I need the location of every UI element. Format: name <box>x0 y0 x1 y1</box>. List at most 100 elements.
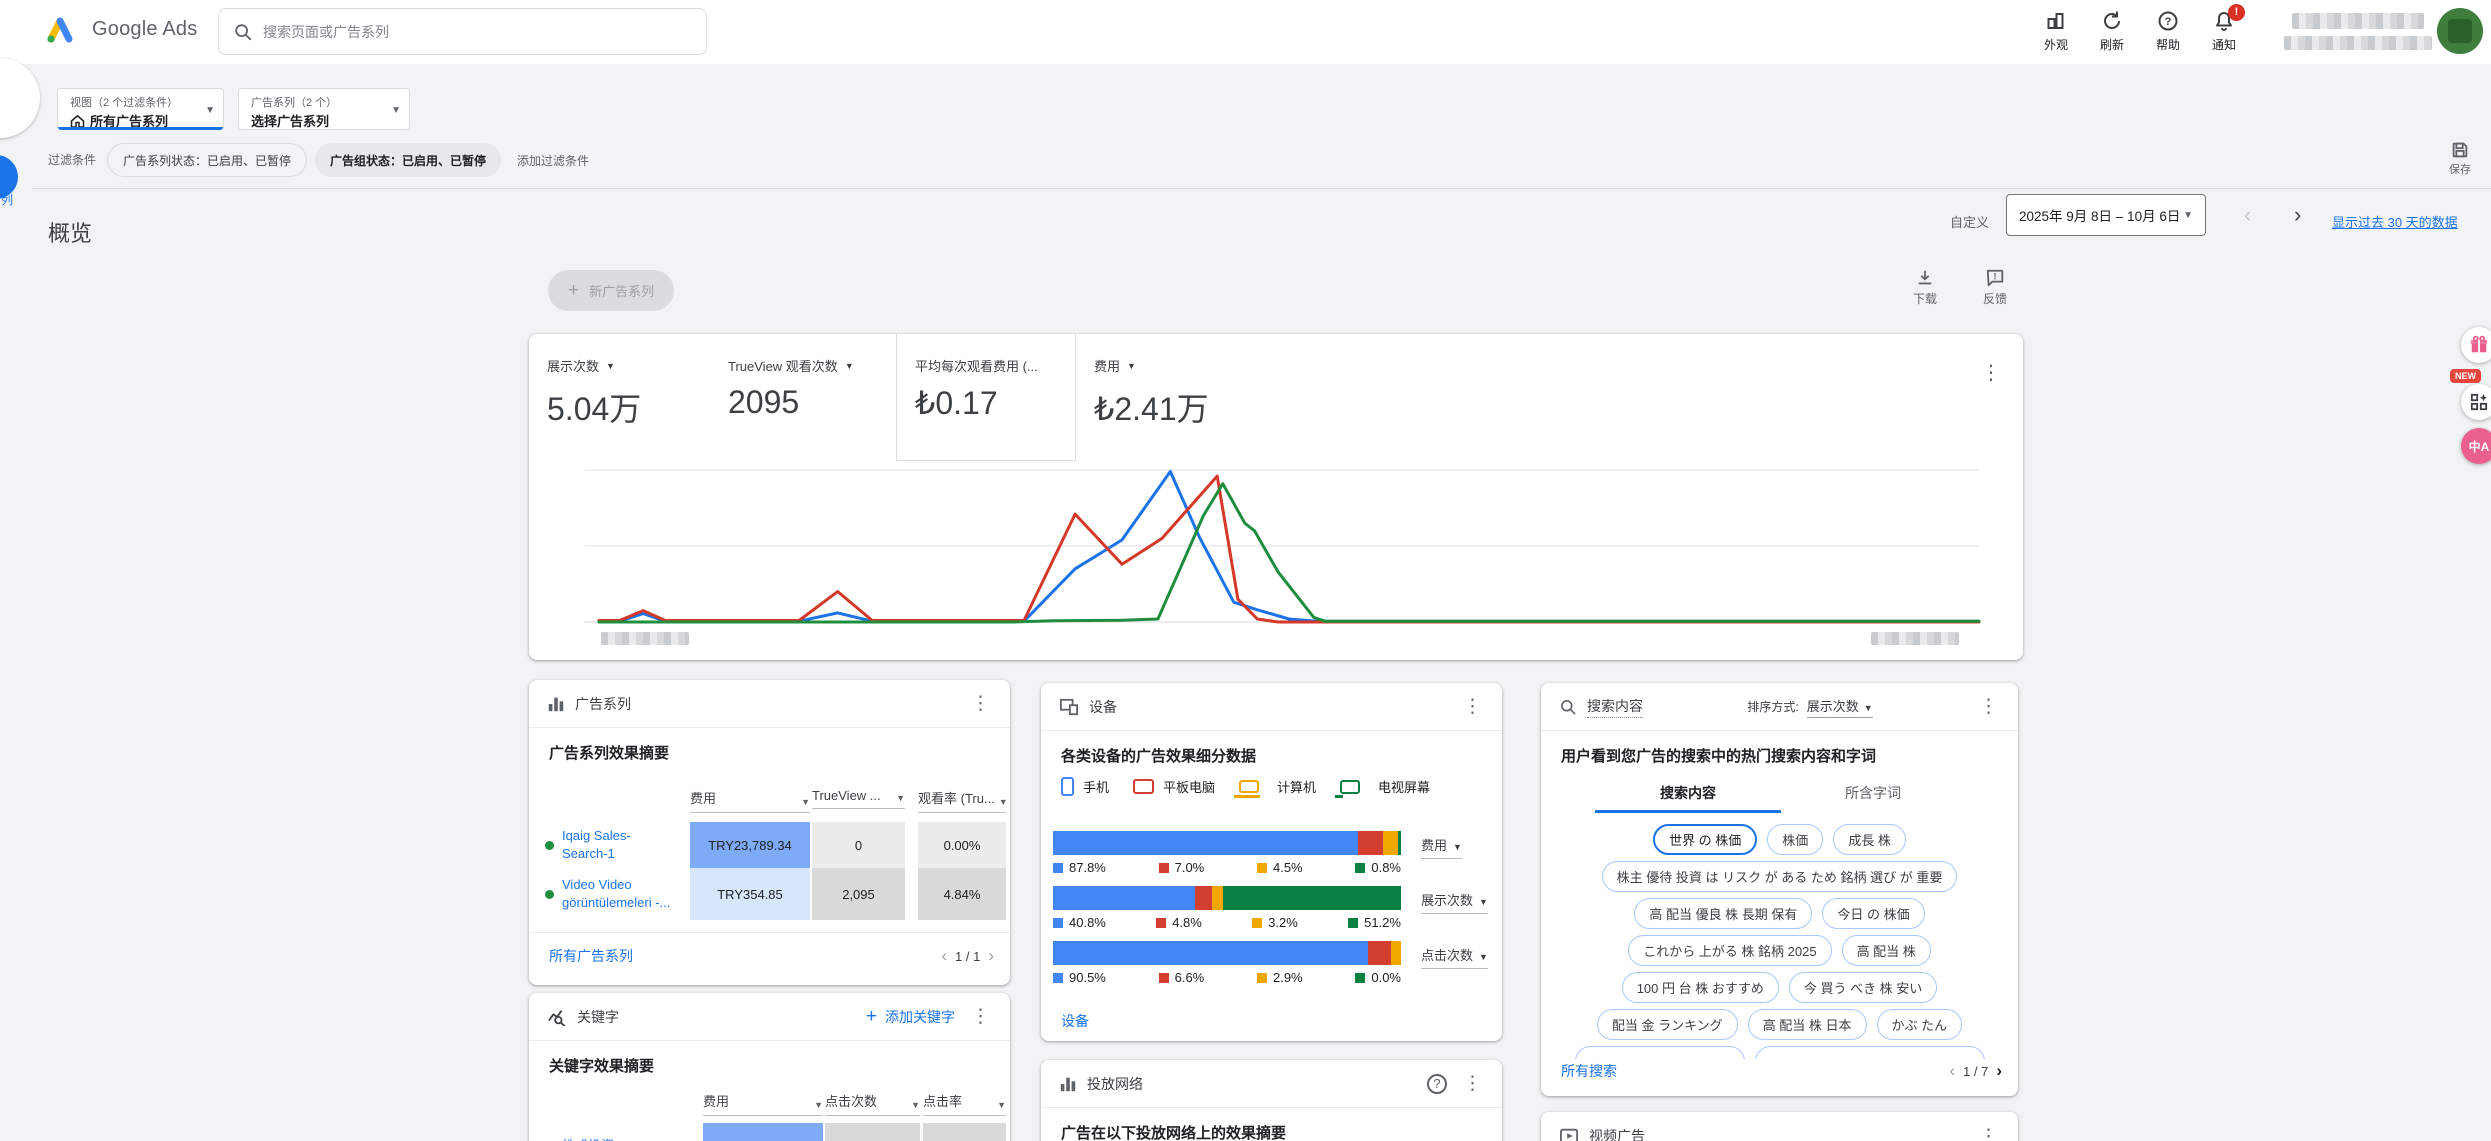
legend-swatch <box>1252 918 1262 928</box>
column-header-trueview[interactable]: TrueView ...▼ <box>812 788 905 809</box>
page-next-icon[interactable]: › <box>988 946 994 966</box>
percent-row: 87.8%7.0%4.5%0.8% <box>1053 860 1401 875</box>
all-searches-link[interactable]: 所有搜索 <box>1561 1061 1617 1081</box>
search-term-chip[interactable]: 今日 の 株価 <box>1822 898 1924 929</box>
show-last-30-days-link[interactable]: 显示过去 30 天的数据 <box>2332 212 2458 231</box>
search-icon <box>233 22 253 42</box>
search-term-chip[interactable]: 株主 優待 投資 は リスク が ある ため 銘柄 選び が 重要 <box>1602 861 1958 892</box>
video-icon <box>1559 1127 1579 1141</box>
search-term-chip[interactable]: 100 円 台 株 おすすめ <box>1622 972 1779 1003</box>
page-prev-icon[interactable]: ‹ <box>1949 1061 1955 1081</box>
column-header-ctr[interactable]: 点击率▼ <box>923 1091 1006 1116</box>
column-header-clicks[interactable]: 点击次数▼ <box>825 1091 920 1116</box>
devices-link[interactable]: 设备 <box>1061 1011 1089 1031</box>
chevron-down-icon: ▼ <box>205 105 215 116</box>
percent-item-电视屏幕: 0.0% <box>1355 970 1401 985</box>
stacked-bar <box>1053 941 1401 965</box>
search-term-chip[interactable]: 高 配当 株 <box>1842 935 1931 966</box>
download-button[interactable]: 下载 <box>1901 268 1949 307</box>
metric-trueview-views[interactable]: TrueView 观看次数▼ 2095 <box>710 334 896 461</box>
card-title: 投放网络 <box>1087 1074 1143 1094</box>
grid-extension-button[interactable] <box>2461 384 2491 420</box>
tab-search-terms[interactable]: 搜索内容 <box>1595 783 1781 803</box>
search-term-chip[interactable]: 配当 金 ランキング <box>1597 1009 1738 1040</box>
metric-impressions[interactable]: 展示次数▼ 5.04万 <box>529 334 710 461</box>
filter-chip-campaign-status[interactable]: 广告系列状态：已启用、已暂停 <box>107 143 307 177</box>
performance-chart-card: 展示次数▼ 5.04万 TrueView 观看次数▼ 2095 平均每次观看费用… <box>529 334 2023 660</box>
global-search[interactable] <box>218 8 707 55</box>
new-badge: NEW <box>2450 369 2481 383</box>
date-next-button[interactable]: › <box>2294 202 2301 228</box>
search-term-chip[interactable]: 今 買う べき 株 安い <box>1789 972 1937 1003</box>
kebab-menu-icon[interactable]: ⋮ <box>1461 695 1484 718</box>
notifications-button[interactable]: 通知 ! <box>2196 8 2252 53</box>
chevron-down-icon: ▼ <box>2183 210 2193 221</box>
translate-extension-button[interactable]: 中A <box>2461 428 2491 464</box>
column-header-cost[interactable]: 费用▼ <box>690 788 810 813</box>
search-term-chip[interactable]: 成長 株 <box>1833 824 1906 855</box>
search-term-chip[interactable]: 世界 の 株価 <box>1653 824 1757 855</box>
all-campaigns-link[interactable]: 所有广告系列 <box>549 946 633 966</box>
search-input[interactable] <box>263 24 692 40</box>
appearance-button[interactable]: 外观 <box>2028 8 2084 53</box>
search-term-chip[interactable]: 高 配当 優良 株 長期 保有 <box>1634 898 1812 929</box>
nav-active-item-label: 列 <box>1 191 13 208</box>
add-filter-button[interactable]: 添加过滤条件 <box>517 152 589 169</box>
search-term-chips: 世界 の 株価株価成長 株株主 優待 投資 は リスク が ある ため 銘柄 選… <box>1549 824 2010 1065</box>
column-header-view-rate[interactable]: 观看率 (Tru...▼ <box>918 788 1006 813</box>
search-term-chip[interactable]: これから 上がる 株 銘柄 2025 <box>1628 935 1831 966</box>
kebab-menu-icon[interactable]: ⋮ <box>969 692 992 715</box>
page-prev-icon[interactable]: ‹ <box>941 946 947 966</box>
gift-extension-button[interactable] <box>2461 327 2491 363</box>
save-button[interactable]: 保存 <box>2438 140 2482 177</box>
help-icon[interactable]: ? <box>1427 1074 1447 1094</box>
tab-included-words[interactable]: 所含字词 <box>1803 783 1943 803</box>
chevron-down-icon: ▼ <box>1127 361 1136 371</box>
cell-cost: TRY23,789.34 <box>690 822 810 868</box>
kebab-menu-icon[interactable]: ⋮ <box>1981 360 2001 385</box>
kebab-menu-icon[interactable]: ⋮ <box>1977 1125 2000 1141</box>
nav-collapse-handle[interactable] <box>0 58 40 138</box>
search-term-chip[interactable]: 高 配当 株 日本 <box>1748 1009 1867 1040</box>
bar-metric-dropdown[interactable]: 点击次数▼ <box>1421 945 1488 969</box>
metric-cost[interactable]: 费用▼ ₺2.41万 <box>1076 334 1264 461</box>
campaign-link[interactable]: Video Video görüntülemeleri -... <box>562 876 672 911</box>
bar-segment-平板电脑 <box>1368 941 1391 965</box>
kebab-menu-icon[interactable]: ⋮ <box>1461 1072 1484 1095</box>
bar-segment-平板电脑 <box>1195 886 1212 910</box>
date-prev-button[interactable]: ‹ <box>2244 202 2251 228</box>
legend-swatch <box>1156 918 1166 928</box>
bar-metric-dropdown[interactable]: 展示次数▼ <box>1421 890 1488 914</box>
metric-avg-cpv[interactable]: 平均每次观看费用 (... ₺0.17 <box>896 334 1076 461</box>
avatar[interactable] <box>2437 8 2483 54</box>
column-header-cost[interactable]: 费用▼ <box>703 1091 823 1116</box>
date-range-picker[interactable]: 2025年 9月 8日 – 10月 6日 ▼ <box>2006 194 2206 236</box>
bar-metric-dropdown[interactable]: 费用▼ <box>1421 835 1462 859</box>
new-campaign-button[interactable]: + 新广告系列 <box>548 270 674 311</box>
devices-icon <box>1059 698 1079 716</box>
search-term-chip-clipped[interactable] <box>1575 1046 1745 1059</box>
feedback-button[interactable]: ! 反馈 <box>1971 268 2019 307</box>
search-term-chip-clipped[interactable] <box>1755 1046 1985 1059</box>
filter-chip-adgroup-status[interactable]: 广告组状态：已启用、已暂停 <box>315 143 501 177</box>
search-term-chip[interactable]: 株価 <box>1767 824 1823 855</box>
card-subtitle: 关键字效果摘要 <box>549 1055 654 1076</box>
campaign-selector[interactable]: 广告系列（2 个） 选择广告系列 ▼ <box>238 88 410 130</box>
sort-by-dropdown[interactable]: 展示次数▼ <box>1807 696 1873 718</box>
keyword-link[interactable]: 株式投資 <box>562 1137 672 1141</box>
kebab-menu-icon[interactable]: ⋮ <box>1977 695 2000 718</box>
account-name-redacted <box>2292 13 2424 29</box>
add-keyword-button[interactable]: +添加关键字 <box>866 1006 955 1028</box>
refresh-button[interactable]: 刷新 <box>2084 8 2140 53</box>
page-next-icon[interactable]: › <box>1996 1061 2002 1081</box>
google-ads-logo-icon[interactable] <box>44 15 76 45</box>
chip-row-clipped <box>1549 1046 2010 1059</box>
campaign-link[interactable]: Iqaig Sales-Search-1 <box>562 827 672 862</box>
search-terms-card: 搜索内容 排序方式: 展示次数▼ ⋮ 用户看到您广告的搜索中的热门搜索内容和字词… <box>1541 683 2018 1096</box>
card-title: 搜索内容 <box>1587 696 1643 718</box>
kebab-menu-icon[interactable]: ⋮ <box>969 1005 992 1028</box>
search-term-chip[interactable]: かぶ たん <box>1877 1009 1963 1040</box>
view-selector[interactable]: 视图（2 个过滤条件） 所有广告系列 ▼ <box>57 88 224 130</box>
help-button[interactable]: ? 帮助 <box>2140 8 2196 53</box>
percent-value: 87.8% <box>1069 860 1106 875</box>
